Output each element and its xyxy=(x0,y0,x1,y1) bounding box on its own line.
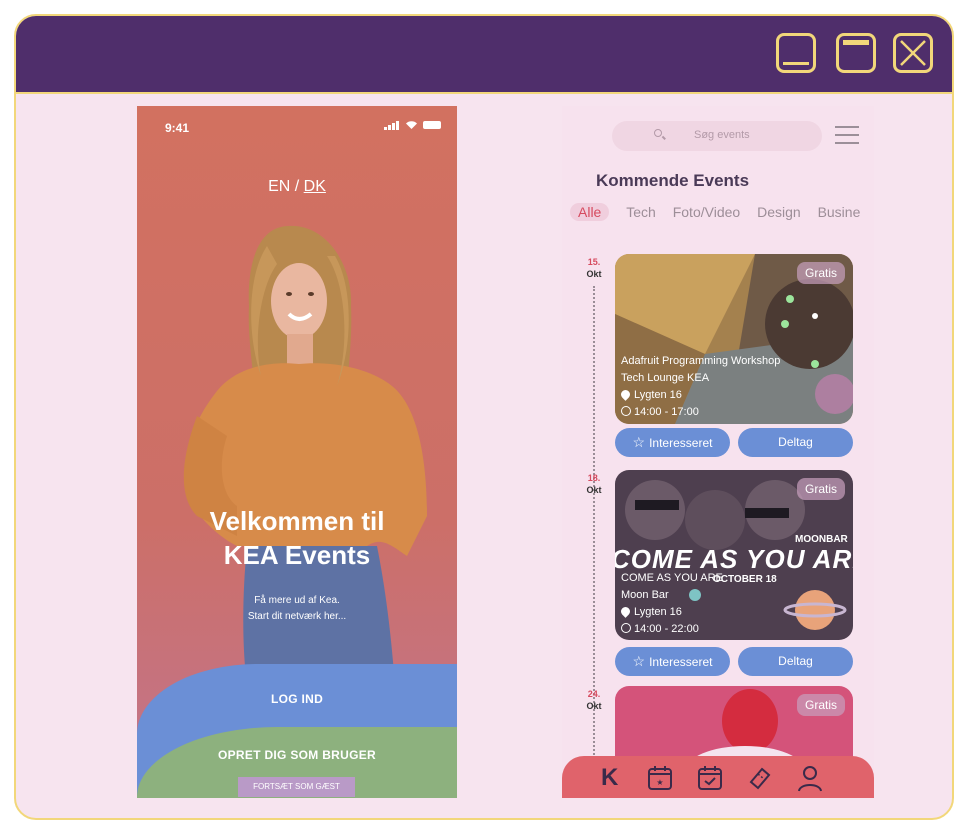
signal-icon xyxy=(384,120,400,130)
join-button[interactable]: Deltag xyxy=(738,647,853,676)
event-card[interactable]: MOONBAR COME AS YOU ARE OCTOBER 18 Grati… xyxy=(615,470,853,640)
search-placeholder: Søg events xyxy=(694,129,750,141)
clock-icon xyxy=(621,623,631,633)
kea-logo-icon: K xyxy=(601,764,619,791)
tab-foto-video[interactable]: Foto/Video xyxy=(673,204,740,220)
welcome-title: Velkommen til KEA Events xyxy=(209,506,385,570)
profile-icon xyxy=(798,766,822,792)
lang-en-link[interactable]: EN xyxy=(268,178,290,195)
events-screen: Søg events Kommende Events Alle Tech Fot… xyxy=(562,106,874,798)
nav-home[interactable]: K xyxy=(598,764,626,792)
nav-calendar-star[interactable]: ★ xyxy=(646,764,674,792)
clock-icon xyxy=(621,406,631,416)
interested-button[interactable]: ☆ Interesseret xyxy=(615,428,730,457)
status-bar: 9:41 xyxy=(137,106,457,146)
nav-profile[interactable] xyxy=(796,764,824,792)
welcome-subtitle: Få mere ud af Kea. Start dit netværk her… xyxy=(247,595,347,622)
wifi-icon xyxy=(406,121,417,129)
calendar-check-icon xyxy=(698,766,722,790)
event-info: COME AS YOU ARE Moon Bar Lygten 16 14:00… xyxy=(619,572,723,635)
tab-tech[interactable]: Tech xyxy=(626,204,656,220)
search-input[interactable]: Søg events xyxy=(612,121,822,151)
event-date: 24. Okt xyxy=(586,689,602,711)
location-icon xyxy=(619,388,632,401)
svg-text:★: ★ xyxy=(656,778,663,787)
star-icon: ☆ xyxy=(632,434,646,450)
ticket-icon xyxy=(749,767,771,790)
event-card[interactable]: Gratis Adafruit Programming Workshop Tec… xyxy=(615,254,853,424)
app-window: 9:41 EN / DK Velkommen til KEA Events Få… xyxy=(14,14,954,820)
login-button[interactable]: LOG IND xyxy=(137,692,457,706)
price-badge: Gratis xyxy=(796,478,845,500)
login-screen: 9:41 EN / DK Velkommen til KEA Events Få… xyxy=(137,106,457,798)
search-icon xyxy=(654,129,662,137)
bottom-nav: K ★ xyxy=(562,756,874,798)
nav-calendar-check[interactable] xyxy=(696,764,724,792)
register-button[interactable]: OPRET DIG SOM BRUGER xyxy=(137,748,457,762)
page-title: Kommende Events xyxy=(596,171,750,190)
tab-design[interactable]: Design xyxy=(757,204,801,220)
close-icon xyxy=(900,40,926,66)
guest-button[interactable]: FORTSÆT SOM GÆST xyxy=(238,777,355,797)
clock: 9:41 xyxy=(165,121,190,135)
menu-icon[interactable] xyxy=(835,126,859,146)
event-date: 15. Okt xyxy=(586,257,602,279)
star-icon: ☆ xyxy=(632,653,646,669)
title-bar xyxy=(16,16,952,94)
calendar-star-icon: ★ xyxy=(648,766,672,790)
language-switcher: EN / DK xyxy=(268,178,326,195)
event-date: 18. Okt xyxy=(586,473,602,495)
lang-dk-link[interactable]: DK xyxy=(304,178,326,195)
tab-alle[interactable]: Alle xyxy=(570,203,610,221)
tab-business[interactable]: Busine xyxy=(818,204,861,220)
maximize-button[interactable] xyxy=(836,33,876,73)
minimize-button[interactable] xyxy=(776,33,816,73)
event-info: Adafruit Programming Workshop Tech Loung… xyxy=(619,355,781,418)
location-icon xyxy=(619,605,632,618)
battery-icon xyxy=(423,121,441,129)
close-button[interactable] xyxy=(893,33,933,73)
join-button[interactable]: Deltag xyxy=(738,428,853,457)
nav-tickets[interactable] xyxy=(746,764,774,792)
price-badge: Gratis xyxy=(796,694,845,716)
category-tabs: Alle Tech Foto/Video Design Busine xyxy=(570,203,873,221)
interested-button[interactable]: ☆ Interesseret xyxy=(615,647,730,676)
price-badge: Gratis xyxy=(796,262,845,284)
